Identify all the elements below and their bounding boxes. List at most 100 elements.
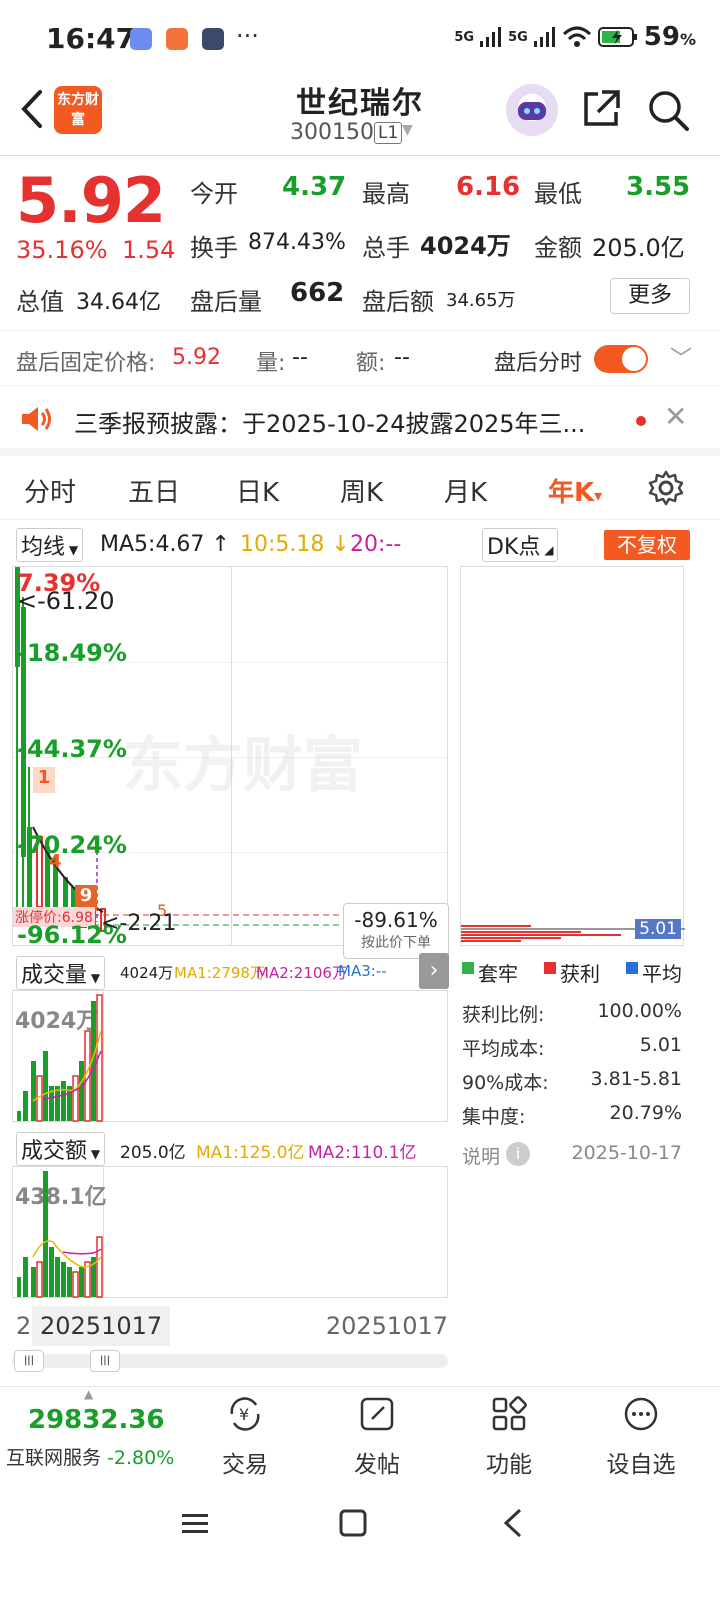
ai-robot-icon[interactable]: [506, 84, 558, 136]
range-slider[interactable]: ||| |||: [12, 1350, 448, 1372]
signal-icon: 5G: [508, 29, 528, 45]
grid-icon: [492, 1396, 527, 1431]
sector-index-name[interactable]: 互联网服务 -2.80%: [6, 1443, 174, 1470]
amount-chart[interactable]: 438.1亿: [12, 1166, 448, 1298]
event-badge[interactable]: 1: [33, 767, 55, 793]
ma20-value: 20:--: [350, 532, 402, 557]
legend-profit: 获利: [560, 962, 600, 986]
nav-trade[interactable]: ¥ 交易: [200, 1395, 290, 1479]
ah-amt-label: 额:: [356, 351, 386, 376]
nav-functions[interactable]: 功能: [464, 1395, 554, 1479]
nav-add-watchlist-label: 设自选: [606, 1452, 676, 1478]
info-icon[interactable]: i: [506, 1142, 530, 1166]
amount-header: 成交额 ▼ 205.0亿 MA1:125.0亿 MA2:110.1亿: [12, 1130, 448, 1166]
adjustment-button[interactable]: 不复权: [604, 530, 690, 560]
pct-level-3: -70.24%: [17, 831, 127, 859]
notice-bar[interactable]: 三季报预披露：于2025-10-24披露2025年三... ✕: [0, 386, 720, 456]
order-hint[interactable]: 按此价下单: [344, 932, 448, 952]
ah-amount-value: 34.65万: [446, 290, 516, 311]
gear-icon[interactable]: [648, 470, 684, 506]
amount-value: 205.0亿: [592, 234, 685, 262]
event-badge[interactable]: 4: [49, 851, 62, 872]
speaker-icon: [22, 407, 51, 431]
axis-end-date: 20251017: [325, 1312, 448, 1340]
clock: 16:47: [46, 22, 136, 55]
tab-daily-k[interactable]: 日K: [236, 472, 279, 509]
ah-volume-value: 662: [290, 278, 345, 308]
amount-dropdown[interactable]: 成交额 ▼: [16, 1132, 106, 1166]
edit-icon: [360, 1397, 394, 1431]
change-percent: 35.16%: [16, 236, 108, 264]
close-icon[interactable]: ✕: [664, 400, 687, 433]
amount-ma2: MA2:110.1亿: [308, 1143, 417, 1163]
back-icon[interactable]: [498, 1506, 528, 1540]
svg-text:¥: ¥: [239, 1405, 249, 1424]
nav-trade-label: 交易: [222, 1452, 268, 1478]
kline-chart[interactable]: 东方财富 7.39% <-61.20 -18.49% -44.37% -70.2…: [12, 566, 449, 989]
cursor-date: 20251017: [32, 1306, 171, 1346]
stat-label: 90%成本:: [462, 1072, 549, 1094]
chevron-down-icon[interactable]: ▼: [402, 122, 413, 138]
nav-add-watchlist[interactable]: 设自选: [596, 1395, 686, 1479]
tab-yearly-k[interactable]: 年K▾: [548, 472, 602, 509]
sector-index-value[interactable]: 29832.36: [28, 1405, 165, 1435]
change-amount: 1.54: [122, 236, 176, 264]
chart-period-tabs: 分时 五日 日K 周K 月K 年K▾: [0, 462, 720, 520]
chip-stat-row: 集中度: 20.79%: [462, 1102, 682, 1128]
low-value: 3.55: [626, 172, 691, 202]
tab-5day[interactable]: 五日: [128, 472, 180, 509]
volume-bars: [17, 994, 103, 1122]
search-icon[interactable]: [646, 88, 690, 132]
legend-average: 平均: [642, 962, 682, 986]
home-icon[interactable]: [338, 1508, 368, 1538]
volume-ma2: MA2:2106万: [256, 964, 347, 982]
max-price-marker: <-61.20: [17, 587, 115, 615]
nav-post[interactable]: 发帖: [332, 1395, 422, 1479]
yuan-exchange-icon: ¥: [230, 1397, 260, 1431]
signal-icon: 5G: [454, 29, 475, 45]
crosshair-order-box[interactable]: -89.61% 按此价下单: [343, 903, 449, 959]
cursor-percent: -89.61%: [354, 908, 438, 932]
stat-label: 集中度:: [462, 1106, 526, 1128]
stock-code[interactable]: 300150: [290, 120, 374, 145]
avg-cost-tag: 5.01: [635, 919, 681, 939]
share-icon[interactable]: [580, 88, 622, 130]
stat-label: 获利比例:: [462, 1004, 545, 1026]
signal-bars-icon: [533, 27, 555, 47]
level1-tag[interactable]: L1: [374, 122, 403, 144]
current-price: 5.92: [16, 164, 166, 237]
volume-chart[interactable]: 4024万: [12, 990, 448, 1122]
open-value: 4.37: [282, 172, 347, 202]
tab-weekly-k[interactable]: 周K: [340, 472, 383, 509]
chevron-down-icon[interactable]: ﹀: [670, 341, 692, 373]
volume-ma3: MA3:--: [338, 962, 387, 980]
volume-dropdown[interactable]: 成交量 ▼: [16, 956, 106, 990]
pct-level-2: -44.37%: [17, 735, 127, 763]
menu-icon[interactable]: [180, 1508, 210, 1538]
battery-charging-icon: [597, 27, 637, 47]
ma-dropdown[interactable]: 均线 ▼: [16, 528, 84, 562]
amount-ma1: MA1:125.0亿: [196, 1143, 305, 1163]
stat-value: 5.01: [639, 1034, 682, 1056]
chevron-up-icon[interactable]: ▲: [84, 1387, 93, 1401]
slider-handle-left[interactable]: |||: [14, 1350, 44, 1372]
more-button[interactable]: 更多: [610, 278, 690, 314]
volume-ma1: MA1:2798万: [174, 964, 265, 982]
tab-timeshare[interactable]: 分时: [24, 472, 76, 509]
slider-handle-right[interactable]: |||: [90, 1350, 120, 1372]
low-price-marker: <-2.21: [101, 911, 177, 936]
ah-timeshare-toggle[interactable]: [594, 345, 648, 373]
notice-text[interactable]: 三季报预披露：于2025-10-24披露2025年三...: [74, 404, 614, 439]
tab-monthly-k[interactable]: 月K: [444, 472, 487, 509]
stat-value: 100.00%: [597, 1000, 682, 1022]
note-label[interactable]: 说明: [462, 1142, 500, 1169]
dk-point-dropdown[interactable]: DK点 ◢: [482, 528, 559, 562]
bottom-nav: ▲ 29832.36 互联网服务 -2.80% ¥ 交易 发帖 功能 设自选: [0, 1386, 720, 1478]
status-bar: 16:47 ··· 5G 5G 59%: [0, 0, 720, 78]
ah-amt-value: --: [394, 345, 410, 370]
unread-dot: [636, 416, 646, 426]
system-navigation-bar: [0, 1478, 720, 1600]
chip-distribution-chart[interactable]: 5.01: [460, 566, 685, 946]
high-value: 6.16: [456, 172, 521, 202]
amount-bars: [17, 1171, 103, 1298]
